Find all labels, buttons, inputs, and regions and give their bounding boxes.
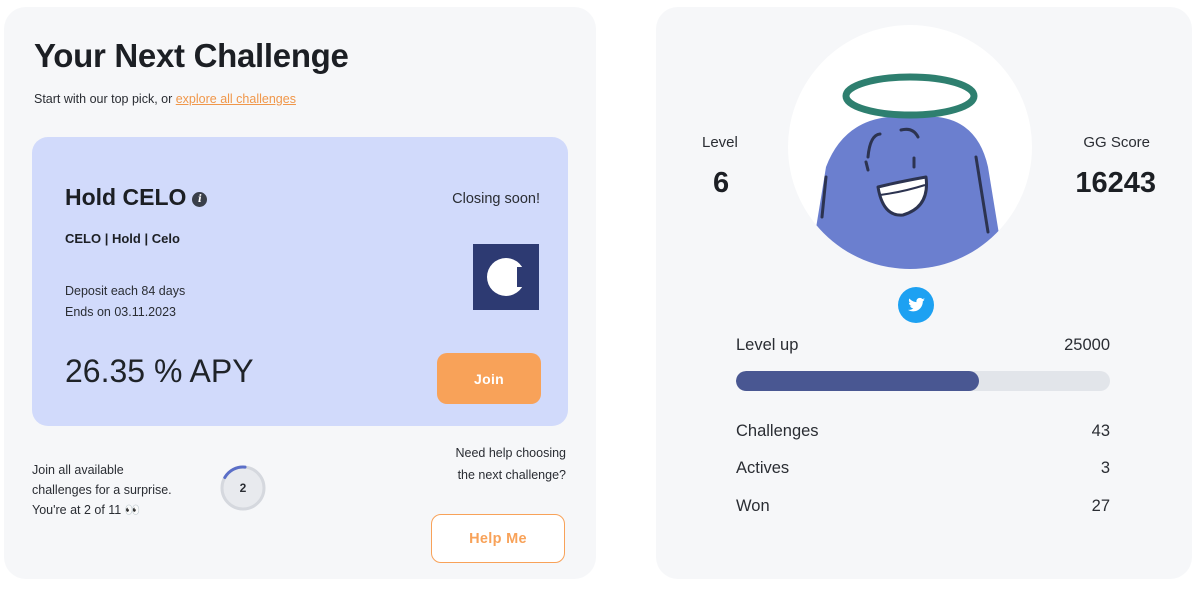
celo-logo: [473, 244, 539, 310]
help-prompt: Need help choosing the next challenge?: [366, 442, 567, 486]
level-progress-bar: [736, 371, 1110, 391]
help-line-1: Need help choosing: [455, 446, 567, 460]
deposit-frequency: Deposit each 84 days: [65, 284, 186, 298]
challenges-joined-count: 2: [239, 481, 247, 495]
halo-character-avatar[interactable]: [788, 17, 1032, 269]
challenge-tags: CELO | Hold | Celo: [65, 231, 180, 246]
surprise-line-2: challenges for a surprise.: [32, 483, 172, 497]
challenges-label: Challenges: [736, 422, 819, 440]
help-line-2: the next challenge?: [457, 468, 566, 482]
challenge-name: Hold CELO i: [65, 184, 208, 211]
closing-status: Closing soon!: [452, 191, 540, 207]
level-value: 6: [713, 167, 730, 199]
subtitle: Start with our top pick, or explore all …: [34, 92, 296, 106]
apy-value: 26.35 % APY: [65, 353, 254, 389]
won-value: 27: [1091, 497, 1110, 515]
twitter-icon[interactable]: [898, 287, 934, 323]
challenge-card: Your Next Challenge Start with our top p…: [4, 7, 596, 579]
info-icon[interactable]: i: [192, 191, 208, 207]
surprise-line-1: Join all available: [32, 463, 124, 477]
profile-card: Level 6 GG Score 16243 Level up 25000 Ch…: [656, 7, 1192, 579]
level-up-label: Level up: [736, 336, 799, 354]
top-pick-card[interactable]: Hold CELO i CELO | Hold | Celo Deposit e…: [32, 137, 568, 426]
join-button[interactable]: Join: [437, 353, 541, 404]
explore-challenges-link[interactable]: explore all challenges: [176, 92, 296, 106]
challenge-name-text: Hold CELO: [65, 184, 187, 210]
level-label: Level: [702, 134, 738, 151]
level-progress-fill: [736, 371, 980, 391]
subtitle-text: Start with our top pick, or: [34, 92, 176, 106]
level-up-value: 25000: [1064, 336, 1110, 354]
won-label: Won: [736, 497, 770, 515]
surprise-line-3: You're at 2 of 11 👀: [32, 503, 141, 517]
end-date: Ends on 03.11.2023: [65, 305, 176, 319]
surprise-text: Join all available challenges for a surp…: [32, 460, 212, 520]
actives-label: Actives: [736, 459, 790, 477]
help-me-button[interactable]: Help Me: [431, 514, 565, 563]
challenges-value: 43: [1091, 422, 1110, 440]
gg-score-label: GG Score: [1083, 134, 1150, 151]
gg-score-value: 16243: [1075, 167, 1156, 199]
actives-value: 3: [1100, 459, 1110, 477]
page-title: Your Next Challenge: [34, 37, 349, 74]
